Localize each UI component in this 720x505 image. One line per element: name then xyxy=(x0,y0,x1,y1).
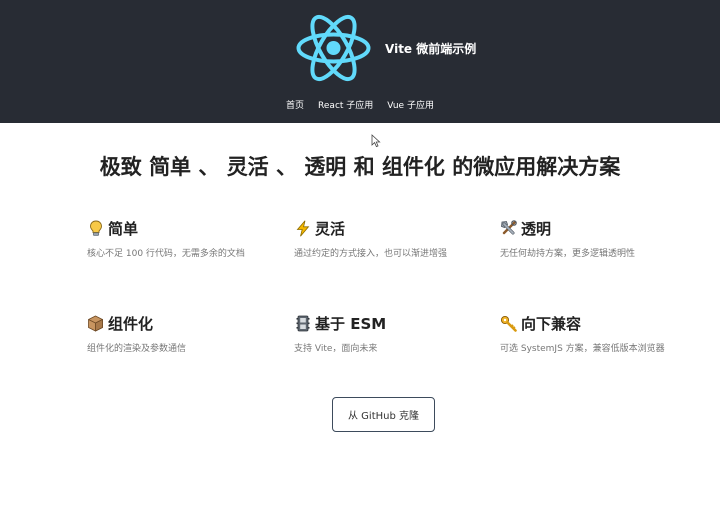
feature-transparent: 透明 无任何劫持方案，更多逻辑透明性 xyxy=(500,218,690,262)
feature-title-text: 向下兼容 xyxy=(521,314,582,333)
hero-text: 极致 xyxy=(99,155,150,179)
app-title: Vite 微前端示例 xyxy=(385,41,477,56)
clone-from-github-button[interactable]: 从 GitHub 克隆 xyxy=(332,397,435,432)
nav-link-react-app[interactable]: React 子应用 xyxy=(318,98,373,111)
hero-separator: 、 xyxy=(191,155,227,179)
hero-keyword-simple: 简单 xyxy=(149,155,192,179)
feature-simple: 简单 核心不足 100 行代码，无需多余的文档 xyxy=(87,218,277,262)
brand: Vite 微前端示例 xyxy=(296,12,476,84)
feature-title-text: 灵活 xyxy=(315,219,346,238)
lightbulb-icon xyxy=(87,220,104,237)
lightning-icon xyxy=(294,220,311,237)
tools-icon xyxy=(500,219,517,237)
feature-description: 通过约定的方式接入，也可以渐进增强 xyxy=(294,249,448,259)
hero-keyword-transparent: 透明 xyxy=(304,155,347,179)
feature-title-text: 透明 xyxy=(521,219,552,238)
feature-title-text: 基于 ESM xyxy=(315,314,387,333)
app-header: Vite 微前端示例 首页 React 子应用 Vue 子应用 xyxy=(0,0,720,123)
feature-title: 灵活 xyxy=(294,218,484,238)
package-icon xyxy=(87,315,104,332)
feature-flexible: 灵活 通过约定的方式接入，也可以渐进增强 xyxy=(294,218,484,262)
nav-link-home[interactable]: 首页 xyxy=(286,98,304,111)
feature-title-text: 组件化 xyxy=(108,314,154,333)
film-icon xyxy=(294,315,311,332)
hero-text: 的微应用解决方案 xyxy=(444,155,621,179)
nav-link-vue-app[interactable]: Vue 子应用 xyxy=(387,98,434,111)
feature-title-text: 简单 xyxy=(108,219,139,238)
feature-title: 简单 xyxy=(87,218,277,238)
feature-description: 支持 Vite，面向未来 xyxy=(294,344,378,354)
feature-description: 可选 SystemJS 方案，兼容低版本浏览器 xyxy=(500,344,665,354)
feature-description: 组件化的渲染及参数通信 xyxy=(87,344,187,354)
feature-description: 无任何劫持方案，更多逻辑透明性 xyxy=(500,249,636,259)
feature-backward-compatible: 向下兼容 可选 SystemJS 方案，兼容低版本浏览器 xyxy=(500,313,690,357)
feature-component: 组件化 组件化的渲染及参数通信 xyxy=(87,313,277,357)
hero-keyword-flexible: 灵活 xyxy=(226,155,269,179)
key-icon xyxy=(500,315,517,332)
react-logo-icon xyxy=(296,14,371,82)
hero-separator: 、 xyxy=(268,155,305,179)
hero-keyword-component: 组件化 xyxy=(381,155,445,179)
feature-esm: 基于 ESM 支持 Vite，面向未来 xyxy=(294,313,484,357)
main-nav: 首页 React 子应用 Vue 子应用 xyxy=(0,98,720,111)
hero-heading: 极致 简单 、 灵活 、 透明 和 组件化 的微应用解决方案 xyxy=(0,151,720,181)
feature-title: 组件化 xyxy=(87,313,277,333)
hero-text: 和 xyxy=(346,155,382,179)
mouse-cursor-icon xyxy=(371,134,381,148)
feature-title: 基于 ESM xyxy=(294,313,484,333)
feature-title: 向下兼容 xyxy=(500,313,690,333)
feature-title: 透明 xyxy=(500,218,690,238)
feature-description: 核心不足 100 行代码，无需多余的文档 xyxy=(87,249,245,259)
